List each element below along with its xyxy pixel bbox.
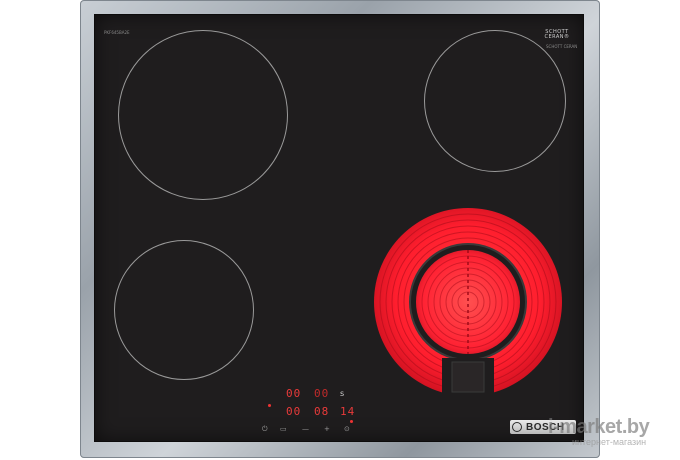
timer-icon[interactable]: ⊙ [344,424,350,434]
display-row1-right: s [340,389,345,398]
terminal-cover [451,361,485,393]
zone-select-icon[interactable]: ▭ [280,424,287,434]
schott-logo-line2: CERAN® [544,34,570,40]
power-icon[interactable]: ⏻ [262,424,268,434]
indicator-dot-left [268,404,271,407]
schott-small-print: SCHOTT CERAN [546,44,578,49]
cooking-zone-rear-left[interactable] [118,30,288,200]
indicator-dot-right [350,420,353,423]
minus-icon[interactable]: — [302,424,309,434]
plus-icon[interactable]: + [324,424,330,434]
inner-heating-ring [416,250,520,354]
display-row1-left: 00 [286,387,302,400]
watermark-subtitle: интернет-магазин [572,437,647,447]
display-row2-mid: 08 [314,405,330,418]
display-row2-right: 14 [340,405,356,418]
cooking-zone-rear-right[interactable] [424,30,566,172]
cooking-zone-front-left[interactable] [114,240,254,380]
display-row1-mid: 00 [314,387,330,400]
touch-control-bar: ⏻ ▭ — + ⊙ [262,424,360,434]
watermark-site: i-market.by [548,416,650,438]
bosch-armature-icon [512,422,522,432]
schott-ceran-logo: SCHOTT CERAN® [540,30,574,40]
serial-label: PKF645BA2E [104,30,130,35]
cooking-zone-front-right-heated[interactable] [370,208,566,400]
display-row2-left: 00 [286,405,302,418]
